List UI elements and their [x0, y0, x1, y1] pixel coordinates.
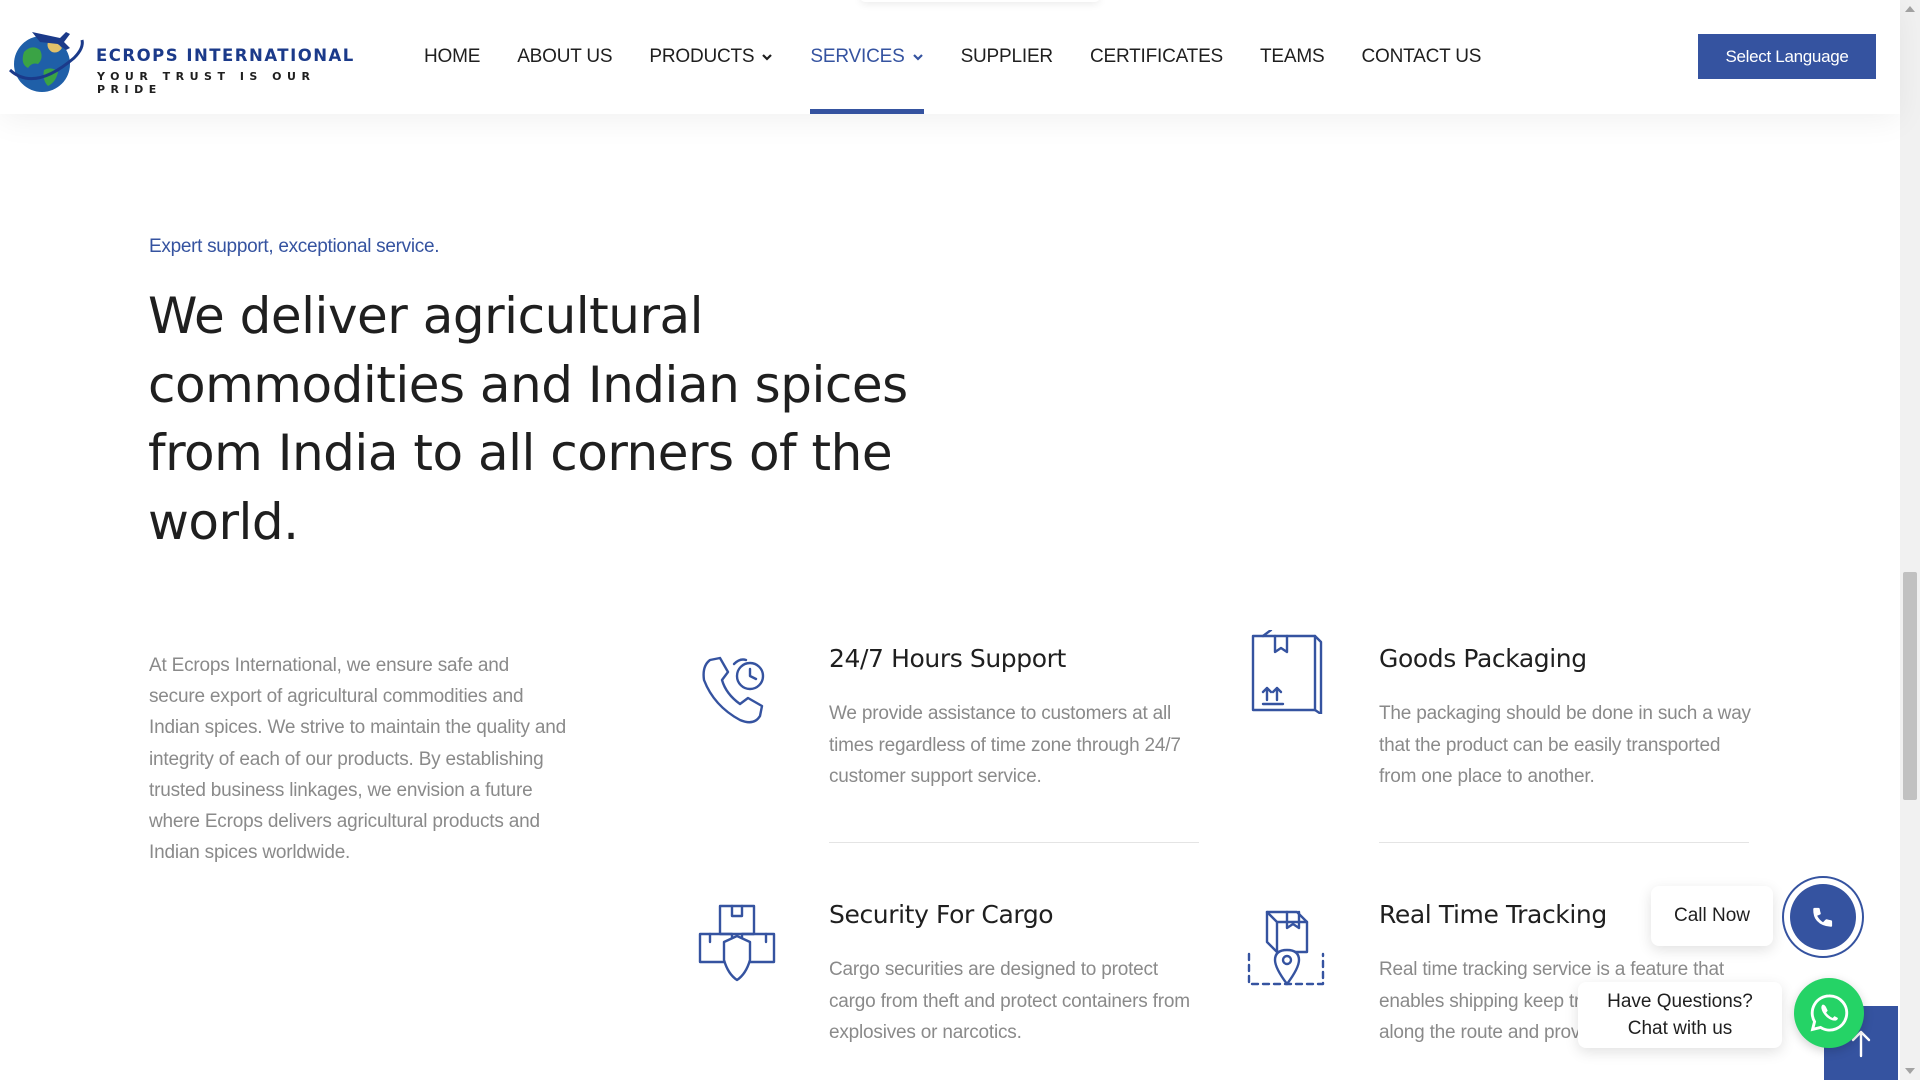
chat-prompt[interactable]: Have Questions? Chat with us	[1578, 982, 1782, 1048]
section-intro: At Ecrops International, we ensure safe …	[149, 655, 566, 864]
section-eyebrow: Expert support, exceptional service.	[149, 236, 440, 257]
nav-label: CERTIFICATES	[1089, 46, 1224, 67]
chat-prompt-line1: Have Questions?	[1607, 991, 1753, 1012]
tracking-location-icon	[1247, 910, 1325, 986]
feature-divider	[829, 842, 1199, 843]
nav-item-certificates[interactable]: CERTIFICATES	[1090, 0, 1223, 114]
whatsapp-chat-button[interactable]	[1794, 978, 1864, 1048]
feature-divider	[1379, 842, 1749, 843]
site-header: ECROPS INTERNATIONAL YOUR TRUST IS OUR P…	[0, 0, 1900, 114]
feature-title: Security For Cargo	[829, 900, 1054, 929]
whatsapp-icon	[1810, 994, 1849, 1032]
nav-label: PRODUCTS	[649, 46, 755, 67]
nav-item-home[interactable]: HOME	[424, 0, 480, 114]
chevron-down-icon	[912, 54, 923, 61]
select-language-button[interactable]: Select Language	[1698, 34, 1876, 79]
page-scrollbar[interactable]	[1900, 0, 1920, 1080]
call-now-button[interactable]	[1782, 876, 1864, 958]
nav-label: TEAMS	[1260, 46, 1325, 67]
feature-description: We provide assistance to customers at al…	[829, 703, 1181, 787]
scroll-down-icon[interactable]	[1905, 1068, 1915, 1074]
main-nav: HOME ABOUT US PRODUCTS SERVICES SUPPLIER…	[424, 0, 1518, 114]
feature-description: Cargo securities are designed to protect…	[829, 959, 1190, 1043]
nav-label: HOME	[424, 46, 481, 67]
brand-name: ECROPS INTERNATIONAL	[96, 46, 355, 65]
section-headline: We deliver agricultural commodities and …	[148, 287, 908, 551]
nav-item-teams[interactable]: TEAMS	[1260, 0, 1325, 114]
feature-title: 24/7 Hours Support	[829, 644, 1066, 673]
feature-title: Real Time Tracking	[1379, 900, 1607, 929]
cargo-shield-icon	[698, 904, 776, 982]
nav-label: SUPPLIER	[960, 46, 1054, 67]
phone-icon	[1813, 907, 1833, 927]
chevron-down-icon	[762, 54, 773, 61]
feature-description: The packaging should be done in such a w…	[1379, 703, 1751, 787]
nav-item-services[interactable]: SERVICES	[810, 0, 924, 114]
site-logo[interactable]: ECROPS INTERNATIONAL YOUR TRUST IS OUR P…	[4, 18, 384, 98]
nav-item-supplier[interactable]: SUPPLIER	[960, 0, 1054, 114]
nav-label: CONTACT US	[1361, 46, 1482, 67]
globe-plane-logo-icon	[8, 32, 84, 92]
nav-label: ABOUT US	[517, 46, 613, 67]
brand-tagline: YOUR TRUST IS OUR PRIDE	[97, 70, 316, 96]
nav-item-products[interactable]: PRODUCTS	[649, 0, 773, 114]
feature-title: Goods Packaging	[1379, 644, 1587, 673]
nav-item-contact-us[interactable]: CONTACT US	[1361, 0, 1481, 114]
nav-label: SERVICES	[810, 46, 905, 67]
scroll-up-icon[interactable]	[1905, 6, 1915, 12]
chat-prompt-line2: Chat with us	[1627, 1018, 1733, 1039]
box-package-icon	[1251, 630, 1323, 714]
call-now-label[interactable]: Call Now	[1651, 886, 1773, 946]
nav-item-about-us[interactable]: ABOUT US	[517, 0, 612, 114]
phone-clock-icon	[702, 656, 765, 724]
top-pill-decoration	[860, 0, 1100, 2]
scroll-thumb[interactable]	[1903, 572, 1917, 800]
